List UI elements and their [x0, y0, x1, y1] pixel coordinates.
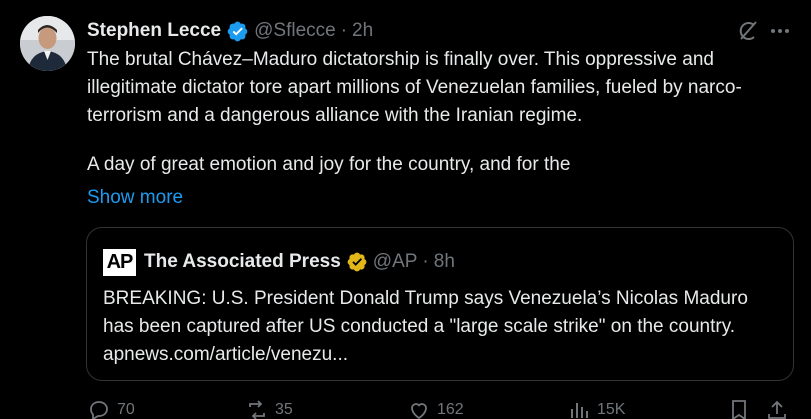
tweet-time[interactable]: 2h — [352, 20, 373, 42]
tweet-header: Stephen Lecce @Sflecce · 2h — [87, 18, 791, 44]
repost-icon — [249, 400, 265, 419]
action-bar: 70 35 162 15K — [87, 398, 793, 419]
quoted-author-name[interactable]: The Associated Press — [144, 251, 341, 273]
quoted-tweet-header: AP The Associated Press @AP · 8h — [103, 248, 455, 276]
ap-logo[interactable]: AP — [103, 248, 136, 276]
tweet-paragraph: A day of great emotion and joy for the c… — [87, 154, 571, 175]
like-button[interactable]: 162 — [407, 398, 464, 419]
heart-icon — [411, 403, 427, 419]
show-more-link[interactable]: Show more — [87, 184, 183, 212]
bookmark-button[interactable] — [727, 398, 751, 419]
quoted-author-handle[interactable]: @AP — [373, 251, 418, 273]
author-name[interactable]: Stephen Lecce — [87, 20, 221, 42]
bookmark-icon — [732, 400, 746, 419]
grok-icon[interactable] — [735, 18, 761, 44]
reply-count: 70 — [117, 401, 135, 418]
tweet-paragraph: The brutal Chávez–Maduro dictatorship is… — [87, 49, 742, 126]
reply-button[interactable]: 70 — [87, 398, 135, 419]
more-options-icon[interactable] — [769, 18, 791, 44]
author-handle[interactable]: @Sflecce — [254, 20, 336, 42]
tweet-body: The brutal Chávez–Maduro dictatorship is… — [87, 46, 792, 179]
share-button[interactable] — [765, 398, 789, 419]
repost-button[interactable]: 35 — [245, 398, 293, 419]
repost-count: 35 — [275, 401, 293, 418]
share-icon — [768, 400, 786, 419]
quoted-tweet[interactable]: AP The Associated Press @AP · 8h BREAKIN… — [86, 227, 794, 381]
separator-dot: · — [340, 20, 348, 41]
like-count: 162 — [437, 401, 464, 418]
quoted-tweet-time[interactable]: 8h — [434, 251, 455, 273]
avatar[interactable] — [20, 16, 75, 71]
views-icon — [571, 403, 588, 418]
quoted-tweet-text: BREAKING: U.S. President Donald Trump sa… — [103, 288, 748, 365]
reply-icon — [90, 401, 108, 419]
verified-gold-badge-icon[interactable] — [346, 251, 368, 273]
views-button[interactable]: 15K — [567, 398, 625, 419]
separator-dot: · — [422, 251, 429, 272]
views-count: 15K — [597, 401, 626, 418]
verified-badge-icon[interactable] — [226, 20, 249, 43]
ap-logo-text: AP — [106, 250, 134, 273]
